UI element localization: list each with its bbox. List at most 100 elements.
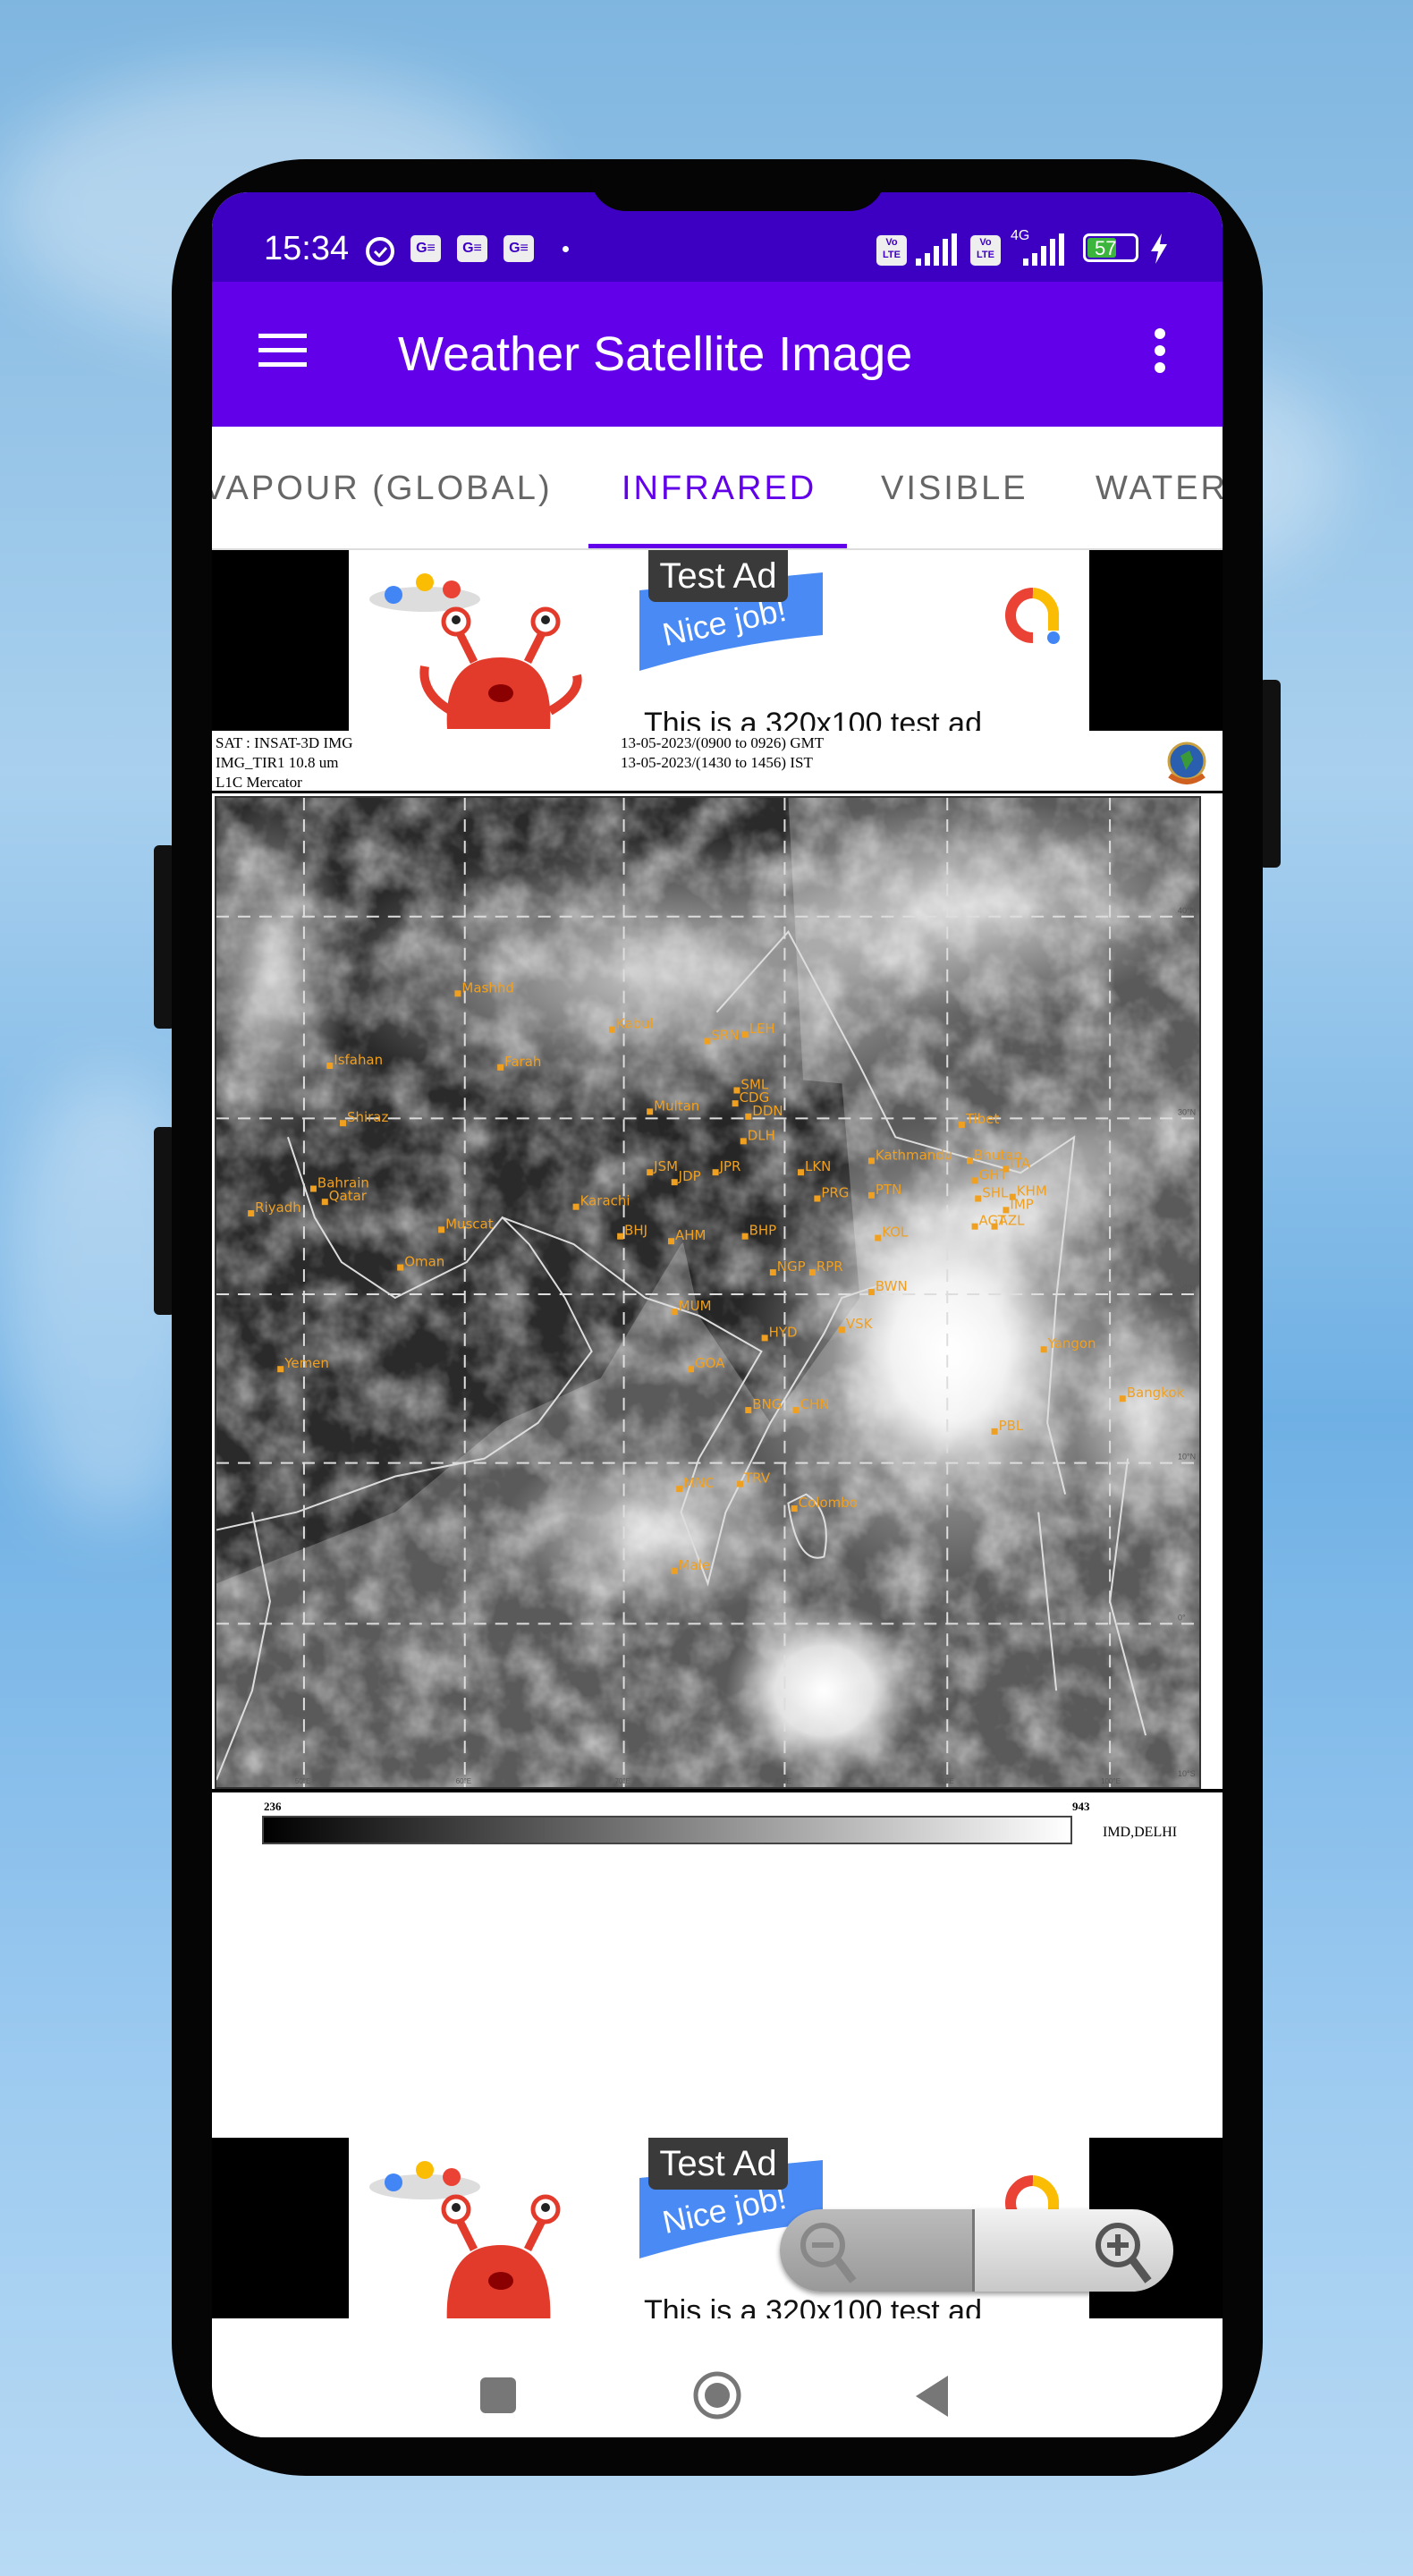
city-marker (438, 1226, 445, 1233)
city-marker (867, 1157, 875, 1165)
city-label: Kabul (616, 1016, 654, 1032)
test-ad-badge: Test Ad (648, 2138, 788, 2190)
latitude-label: 0° (1178, 1613, 1186, 1622)
tab-infrared[interactable]: INFRARED (622, 470, 816, 508)
square-icon[interactable] (480, 2377, 516, 2413)
city-marker (712, 1169, 719, 1176)
satellite-infrared-image[interactable]: Mashhd Isfahan Farah Kabul SRN LEH Shiraz Multa… (215, 796, 1201, 1789)
city-marker (321, 1199, 328, 1206)
city-label: Farah (504, 1054, 541, 1070)
page-title: Weather Satellite Image (398, 327, 913, 381)
city-marker (745, 1113, 752, 1120)
city-label: KOL (882, 1224, 909, 1241)
city-label: Mashhd (461, 979, 513, 996)
city-label: AHM (675, 1227, 706, 1243)
tab-vapour-global[interactable]: VAPOUR (GLOBAL) (212, 470, 553, 508)
longitude-label: 70°E (615, 1777, 630, 1785)
sat-name: SAT : INSAT-3D IMG (216, 734, 353, 751)
active-tab-indicator (588, 544, 847, 548)
zoom-in-button[interactable] (975, 2209, 1173, 2292)
city-label: GHT (979, 1166, 1009, 1182)
city-label: Male (679, 1557, 710, 1573)
city-marker (814, 1195, 821, 1202)
city-label: DLH (748, 1127, 775, 1143)
city-label: JSM (653, 1158, 678, 1174)
city-marker (671, 1309, 678, 1316)
city-marker (967, 1157, 974, 1165)
city-label: Bangkok (1127, 1385, 1185, 1401)
gallery-notification-icon: G≡ (410, 235, 441, 262)
city-marker (617, 1233, 624, 1240)
hamburger-icon[interactable] (258, 332, 309, 369)
zoom-out-button[interactable] (780, 2209, 975, 2292)
city-label: Tibet (965, 1111, 1000, 1127)
credit-label: IMD,DELHI (1103, 1825, 1178, 1840)
city-label: IMP (1010, 1196, 1033, 1212)
latitude-label: 10°N (1178, 1453, 1196, 1462)
city-label: LKN (805, 1158, 831, 1174)
volte-icon: Vo LTE (970, 235, 1001, 266)
city-label: Colombo (799, 1495, 858, 1511)
city-label: LEH (749, 1021, 775, 1037)
camera-notch (590, 159, 885, 211)
city-marker (958, 1122, 965, 1129)
city-marker (737, 1480, 744, 1487)
longitude-label: 60°E (456, 1777, 471, 1785)
city-label: BHJ (624, 1223, 647, 1239)
sat-projection: L1C Mercator (216, 774, 302, 791)
app-bar: Weather Satellite Image (212, 282, 1223, 427)
city-marker (867, 1191, 875, 1199)
city-marker (688, 1366, 695, 1373)
test-ad-badge: Test Ad (648, 550, 788, 602)
zoom-controls (780, 2209, 1173, 2292)
ad-text: This is a 320x100 test ad (644, 2294, 983, 2318)
sat-channel: IMG_TIR1 10.8 um (216, 754, 339, 771)
city-marker (740, 1138, 747, 1145)
city-label: GOA (695, 1355, 725, 1371)
city-label: Yangon (1047, 1335, 1096, 1352)
city-marker (671, 1179, 678, 1186)
city-marker (647, 1169, 654, 1176)
city-marker (732, 1100, 739, 1107)
city-marker (668, 1238, 675, 1245)
city-label: PBL (999, 1418, 1024, 1434)
city-label: VSK (846, 1316, 874, 1332)
triangle-back-icon[interactable] (914, 2374, 950, 2419)
city-marker (454, 990, 461, 997)
ad-banner-top[interactable]: Nice job! This is a 320x100 test ad Test… (212, 550, 1223, 731)
city-label: PRG (821, 1185, 849, 1201)
city-marker (704, 1038, 711, 1045)
sat-time-gmt: 13-05-2023/(0900 to 0926) GMT (621, 734, 825, 751)
city-label: Isfahan (334, 1052, 383, 1068)
city-label: Muscat (445, 1216, 494, 1232)
circle-icon[interactable] (692, 2370, 742, 2420)
gallery-notification-icon: G≡ (457, 235, 487, 262)
city-marker (875, 1234, 882, 1241)
scale-max-label: 943 (1072, 1800, 1090, 1813)
city-label: BWN (876, 1278, 908, 1294)
city-label: CHN (800, 1396, 830, 1412)
longitude-label: 90°E (938, 1777, 953, 1785)
tab-visible[interactable]: VISIBLE (881, 470, 1028, 508)
scale-min-label: 236 (264, 1800, 282, 1813)
city-marker (339, 1120, 346, 1127)
city-label: ITA (1010, 1156, 1030, 1172)
city-marker (676, 1486, 683, 1493)
battery-icon: 57 (1083, 233, 1138, 262)
city-marker (798, 1169, 805, 1176)
screen: 15:34 G≡ G≡ G≡ Vo LTE Vo LTE 4G 57 Weath… (212, 192, 1223, 2437)
city-label: JPR (719, 1158, 741, 1174)
more-vert-icon[interactable] (1153, 328, 1167, 373)
city-label: SRN (711, 1028, 739, 1044)
tab-water[interactable]: WATER (1096, 470, 1223, 508)
city-marker (792, 1407, 800, 1414)
longitude-label: 80°E (775, 1777, 791, 1785)
city-marker (608, 1026, 615, 1033)
city-marker (975, 1195, 982, 1202)
city-marker (838, 1326, 845, 1334)
city-label: Yemen (283, 1355, 329, 1371)
city-marker (277, 1366, 284, 1373)
gallery-notification-icon: G≡ (503, 235, 534, 262)
signal-icon (916, 233, 957, 266)
city-label: Qatar (329, 1188, 368, 1204)
